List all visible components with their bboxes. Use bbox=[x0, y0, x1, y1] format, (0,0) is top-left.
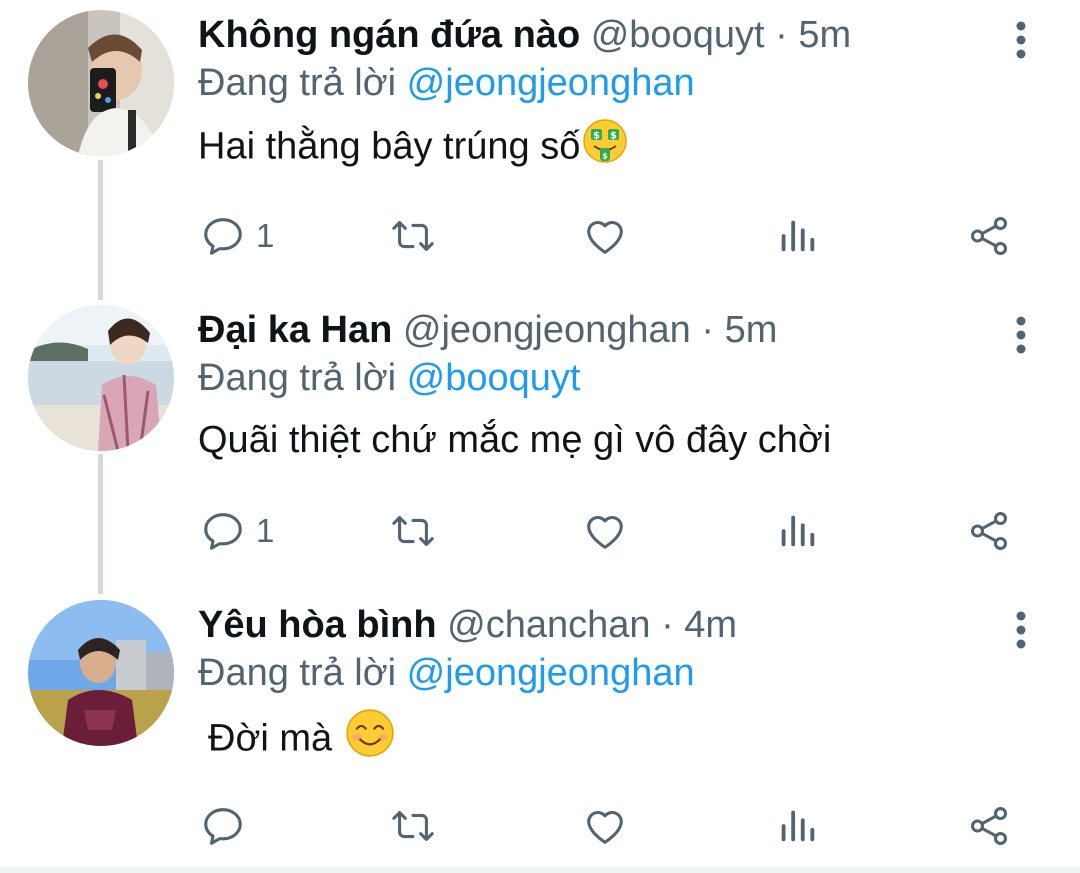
replying-to: Đang trả lời @jeongjeonghan bbox=[198, 58, 695, 108]
share-icon bbox=[966, 803, 1012, 849]
tweet-text-content: Đời mà bbox=[208, 717, 333, 760]
reply-button[interactable] bbox=[200, 796, 256, 856]
share-icon bbox=[966, 508, 1012, 554]
mention-link[interactable]: @jeongjeonghan bbox=[407, 62, 695, 104]
display-name[interactable]: Không ngán đứa nào bbox=[198, 14, 580, 56]
separator-dot: · bbox=[701, 309, 715, 351]
share-icon bbox=[966, 213, 1012, 259]
retweet-icon bbox=[388, 213, 438, 259]
views-button[interactable] bbox=[774, 206, 820, 266]
mention-link[interactable]: @jeongjeonghan bbox=[407, 652, 695, 694]
views-button[interactable] bbox=[774, 501, 820, 561]
bottom-divider bbox=[0, 867, 1080, 873]
tweet-header: Đại ka Han @jeongjeonghan · 5m bbox=[198, 305, 777, 355]
separator-dot: · bbox=[661, 604, 674, 646]
money-mouth-face-icon: $ $ $ bbox=[582, 118, 628, 179]
avatar[interactable] bbox=[28, 10, 174, 156]
tweet-text-content: Hai thằng bây trúng số bbox=[198, 125, 581, 168]
analytics-icon bbox=[774, 508, 820, 554]
reply-count: 1 bbox=[256, 512, 275, 549]
reply-count: 1 bbox=[256, 217, 275, 254]
tweet-actions bbox=[0, 796, 1080, 856]
retweet-button[interactable] bbox=[388, 501, 438, 561]
tweet-header: Yêu hòa bình @chanchan · 4m bbox=[198, 600, 737, 650]
retweet-icon bbox=[388, 508, 438, 554]
like-button[interactable] bbox=[582, 796, 628, 856]
like-button[interactable] bbox=[582, 206, 628, 266]
heart-icon bbox=[582, 803, 628, 849]
tweet[interactable]: Không ngán đứa nào @booquyt · 5m Đang tr… bbox=[0, 10, 1080, 290]
share-button[interactable] bbox=[966, 206, 1012, 266]
svg-text:$: $ bbox=[610, 131, 617, 142]
heart-icon bbox=[582, 213, 628, 259]
separator-dot: · bbox=[775, 14, 788, 56]
tweet-text: Hai thằng bây trúng số $ $ $ bbox=[198, 118, 628, 179]
reply-button[interactable]: 1 bbox=[200, 501, 274, 561]
avatar[interactable] bbox=[28, 305, 174, 451]
heart-icon bbox=[582, 508, 628, 554]
timestamp[interactable]: 4m bbox=[684, 604, 737, 646]
share-button[interactable] bbox=[966, 796, 1012, 856]
views-button[interactable] bbox=[774, 796, 820, 856]
user-handle[interactable]: @chanchan bbox=[447, 604, 650, 646]
more-options-icon[interactable] bbox=[1006, 309, 1036, 369]
analytics-icon bbox=[774, 213, 820, 259]
svg-text:$: $ bbox=[603, 152, 609, 161]
tweet-actions: 1 bbox=[0, 501, 1080, 561]
user-handle[interactable]: @booquyt bbox=[591, 14, 765, 56]
user-handle[interactable]: @jeongjeonghan bbox=[403, 309, 691, 351]
share-button[interactable] bbox=[966, 501, 1012, 561]
replying-to-label: Đang trả lời bbox=[198, 652, 397, 694]
retweet-button[interactable] bbox=[388, 796, 438, 856]
tweet-text: Đời mà bbox=[208, 708, 395, 773]
reply-button[interactable]: 1 bbox=[200, 206, 274, 266]
display-name[interactable]: Yêu hòa bình bbox=[198, 604, 437, 646]
mention-link[interactable]: @booquyt bbox=[407, 357, 581, 399]
reply-icon bbox=[200, 803, 246, 849]
tweet-text-content: Quãi thiệt chứ mắc mẹ gì vô đây chời bbox=[198, 419, 832, 461]
tweet-text: Quãi thiệt chứ mắc mẹ gì vô đây chời bbox=[198, 413, 831, 467]
timestamp[interactable]: 5m bbox=[798, 14, 851, 56]
avatar[interactable] bbox=[28, 600, 174, 746]
retweet-button[interactable] bbox=[388, 206, 438, 266]
replying-to-label: Đang trả lời bbox=[198, 62, 397, 104]
replying-to-label: Đang trả lời bbox=[198, 357, 397, 399]
smiling-face-icon bbox=[345, 708, 395, 773]
tweet[interactable]: Đại ka Han @jeongjeonghan · 5m Đang trả … bbox=[0, 305, 1080, 585]
reply-icon bbox=[200, 213, 246, 259]
display-name[interactable]: Đại ka Han bbox=[198, 309, 392, 351]
more-options-icon[interactable] bbox=[1006, 604, 1036, 664]
like-button[interactable] bbox=[582, 501, 628, 561]
tweet-actions: 1 bbox=[0, 206, 1080, 266]
replying-to: Đang trả lời @jeongjeonghan bbox=[198, 648, 695, 698]
tweet-header: Không ngán đứa nào @booquyt · 5m bbox=[198, 10, 851, 60]
reply-icon bbox=[200, 508, 246, 554]
analytics-icon bbox=[774, 803, 820, 849]
timestamp[interactable]: 5m bbox=[725, 309, 778, 351]
retweet-icon bbox=[388, 803, 438, 849]
svg-text:$: $ bbox=[593, 131, 600, 142]
replying-to: Đang trả lời @booquyt bbox=[198, 353, 580, 403]
tweet[interactable]: Yêu hòa bình @chanchan · 4m Đang trả lời… bbox=[0, 600, 1080, 865]
more-options-icon[interactable] bbox=[1006, 14, 1036, 74]
